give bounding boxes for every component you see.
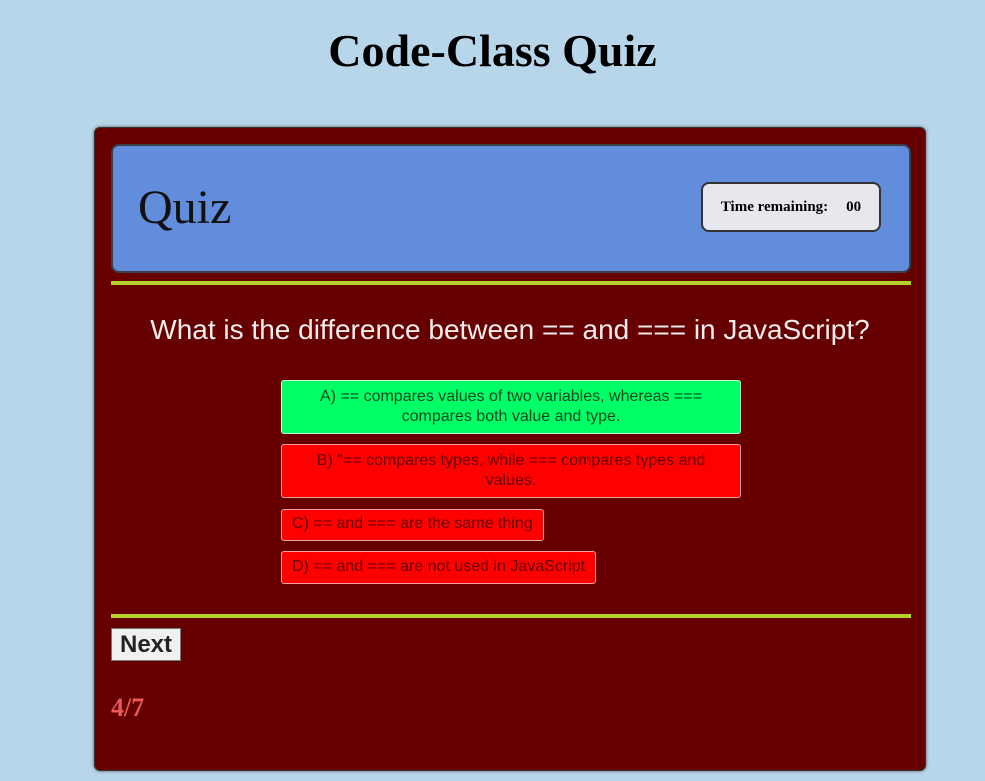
question-text: What is the difference between == and ==… bbox=[150, 314, 870, 345]
timer-value: 00 bbox=[846, 198, 862, 215]
divider-top bbox=[111, 281, 911, 285]
quiz-title: Quiz bbox=[138, 181, 232, 234]
option-d[interactable]: D) == and === are not used in JavaScript bbox=[281, 551, 597, 584]
quiz-card: Quiz Time remaining: 00 What is the diff… bbox=[94, 127, 926, 771]
option-a[interactable]: A) == compares values of two variables, … bbox=[281, 380, 741, 434]
divider-bottom bbox=[111, 614, 911, 618]
timer-label: Time remaining: bbox=[720, 198, 829, 215]
next-button[interactable]: Next bbox=[111, 628, 182, 661]
question-progress: 4/7 bbox=[111, 693, 145, 722]
page-title: Code-Class Quiz bbox=[328, 25, 657, 76]
timer-box: Time remaining: 00 bbox=[701, 182, 881, 232]
option-c[interactable]: C) == and === are the same thing bbox=[281, 509, 544, 541]
quiz-header: Quiz Time remaining: 00 bbox=[111, 144, 911, 273]
option-b[interactable]: B) "== compares types, while === compare… bbox=[281, 444, 741, 498]
